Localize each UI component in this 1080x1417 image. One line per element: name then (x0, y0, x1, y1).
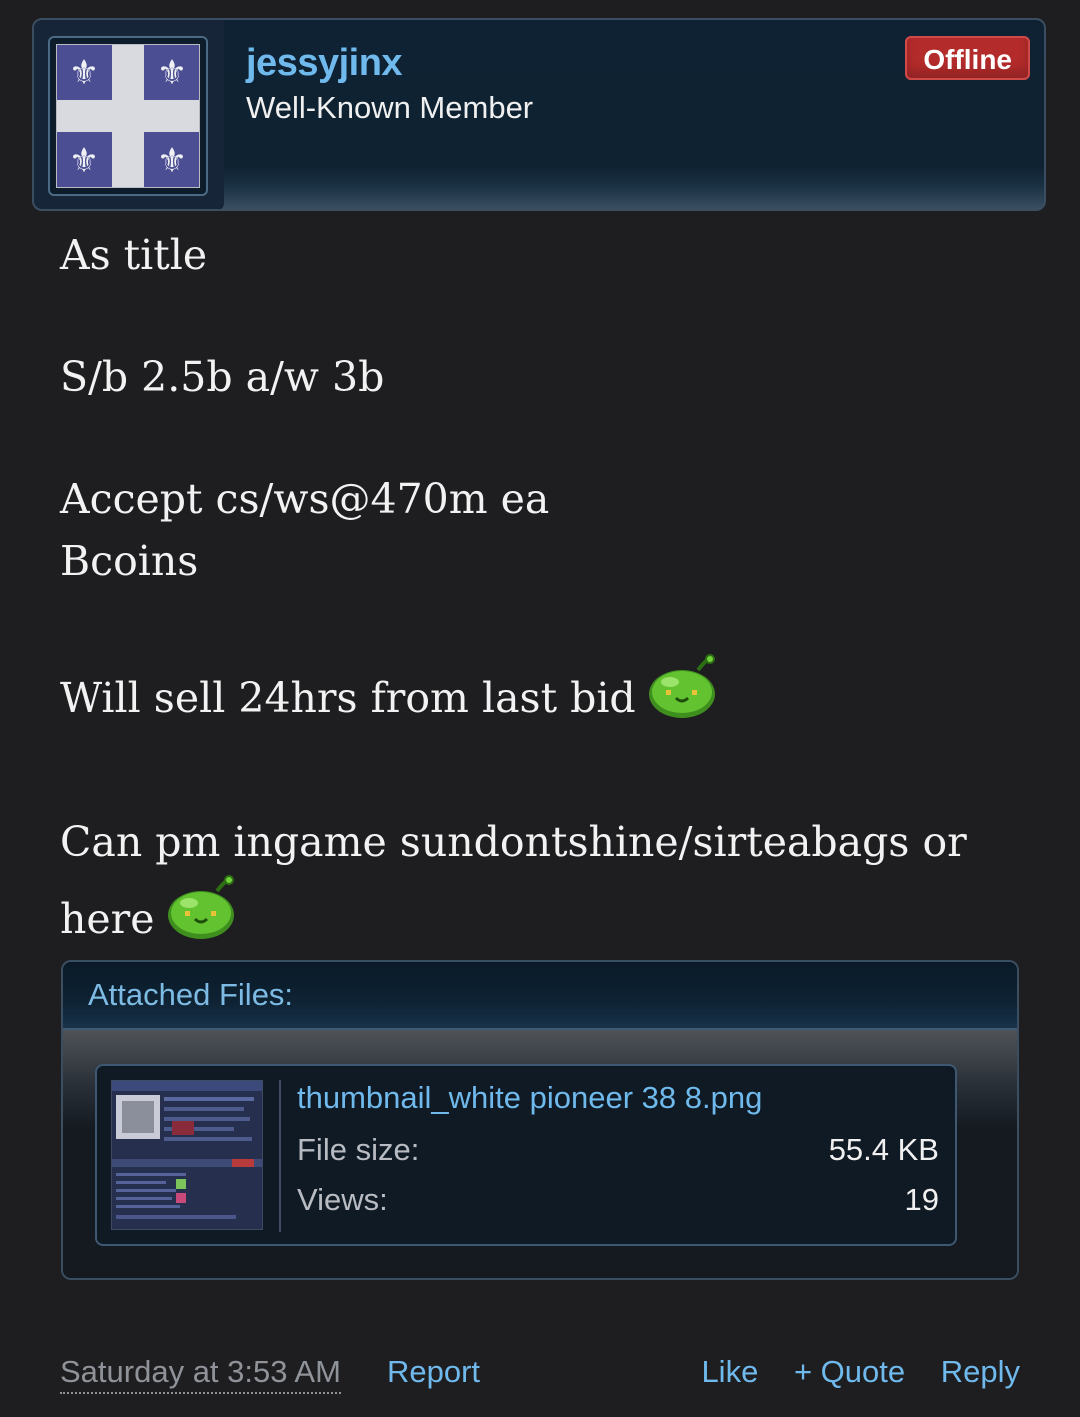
green-slime-smiley-icon (167, 875, 237, 958)
attachment-item[interactable]: thumbnail_white pioneer 38 8.png File si… (95, 1064, 957, 1246)
post-line: Bcoins (60, 537, 199, 585)
svg-text:⚜: ⚜ (157, 53, 187, 93)
views-label: Views: (297, 1182, 388, 1217)
reply-link[interactable]: Reply (941, 1354, 1020, 1389)
avatar[interactable]: ⚜ ⚜ ⚜ ⚜ (48, 36, 208, 196)
user-card: ⚜ ⚜ ⚜ ⚜ jessyjinx Well-Known Member Offl… (32, 18, 1046, 211)
post-line-with-smiley: here (60, 875, 1020, 964)
post-line: Accept cs/ws@470m ea (60, 475, 550, 523)
username[interactable]: jessyjinx (246, 42, 403, 85)
quebec-flag-icon: ⚜ ⚜ ⚜ ⚜ (56, 44, 200, 188)
file-size-value: 55.4 KB (828, 1132, 939, 1167)
report-link[interactable]: Report (387, 1352, 480, 1392)
post-actions: Like + Quote Reply (674, 1352, 1020, 1392)
svg-text:⚜: ⚜ (157, 141, 187, 181)
like-link[interactable]: Like (701, 1354, 758, 1389)
status-badge: Offline (905, 36, 1030, 80)
post-line: S/b 2.5b a/w 3b (60, 353, 385, 401)
attachments-body: thumbnail_white pioneer 38 8.png File si… (63, 1030, 1017, 1278)
quote-link[interactable]: + Quote (794, 1354, 905, 1389)
views-value: 19 (904, 1182, 939, 1217)
attachments-box: Attached Files: thumbnail_white pioneer … (61, 960, 1019, 1280)
user-title: Well-Known Member (246, 90, 534, 125)
post-line: Can pm ingame sundontshine/sirteabags or (60, 818, 967, 866)
green-slime-smiley-icon (648, 654, 718, 737)
file-size-label: File size: (297, 1132, 420, 1167)
post-line-with-smiley: Will sell 24hrs from last bid (60, 654, 1020, 743)
post-date-link[interactable]: Saturday at 3:53 AM (60, 1352, 341, 1394)
post-line-text: here (60, 895, 155, 943)
attachment-thumbnail[interactable] (111, 1080, 263, 1230)
divider (279, 1080, 281, 1232)
post-line: As title (60, 231, 208, 279)
attachment-filename-link[interactable]: thumbnail_white pioneer 38 8.png (297, 1080, 762, 1116)
avatar-panel: ⚜ ⚜ ⚜ ⚜ (34, 20, 224, 209)
post-body: As title S/b 2.5b a/w 3b Accept cs/ws@47… (60, 224, 1020, 964)
post-footer: Saturday at 3:53 AM Report Like + Quote … (60, 1352, 1020, 1402)
attachments-header: Attached Files: (63, 962, 1017, 1030)
svg-text:⚜: ⚜ (69, 141, 99, 181)
svg-text:⚜: ⚜ (69, 53, 99, 93)
post-line-text: Will sell 24hrs from last bid (60, 674, 636, 722)
